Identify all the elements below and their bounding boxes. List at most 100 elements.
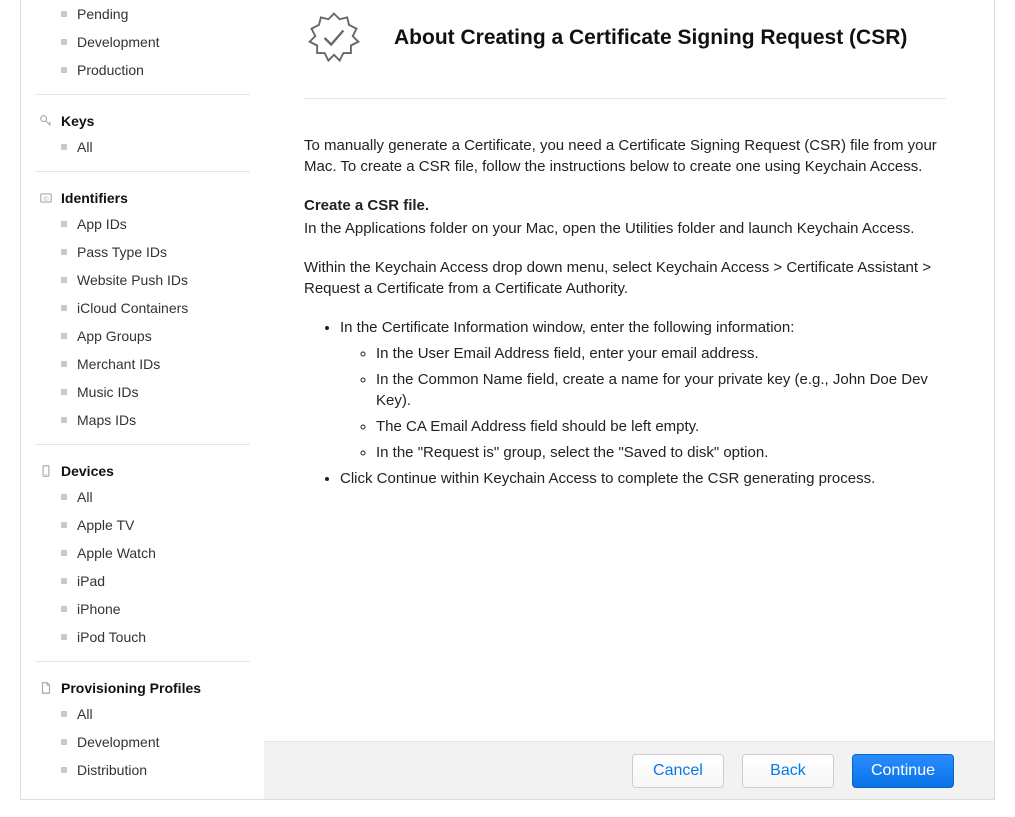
nav-label: All [77,706,93,722]
bullet-icon [61,578,67,584]
nav-label: Pending [77,6,128,22]
list-item: In the Common Name field, create a name … [376,369,946,413]
nav-label: All [77,139,93,155]
nav-label: Pass Type IDs [77,244,167,260]
svg-text:ID: ID [43,196,48,202]
divider [35,94,250,95]
sidebar-item-keys-all[interactable]: All [35,133,250,161]
bullet-icon [61,739,67,745]
sidebar-item-production[interactable]: Production [35,56,250,84]
key-icon [39,114,53,128]
intro-text: To manually generate a Certificate, you … [304,135,946,177]
nav-label: Maps IDs [77,412,136,428]
bullet-icon [61,249,67,255]
list-item: In the "Request is" group, select the "S… [376,442,946,464]
sidebar-section-keys[interactable]: Keys [35,109,250,133]
content-area: About Creating a Certificate Signing Req… [264,0,994,741]
bullet-icon [61,522,67,528]
bullet-icon [61,550,67,556]
sidebar-item-apple-tv[interactable]: Apple TV [35,511,250,539]
bullet-icon [61,39,67,45]
divider [35,444,250,445]
sidebar-item-ipod-touch[interactable]: iPod Touch [35,623,250,651]
bullet-icon [61,711,67,717]
divider [35,171,250,172]
bullet-icon [61,144,67,150]
certificate-badge-icon [304,8,364,68]
sidebar: Pending Development Production Keys All [21,0,264,799]
bullet-icon [61,305,67,311]
sidebar-item-maps-ids[interactable]: Maps IDs [35,406,250,434]
cancel-button[interactable]: Cancel [632,754,724,788]
list-item: The CA Email Address field should be lef… [376,416,946,438]
section-label: Identifiers [61,190,128,206]
divider [304,98,946,99]
footer-bar: Cancel Back Continue [264,741,994,799]
nav-label: iCloud Containers [77,300,188,316]
nav-label: Website Push IDs [77,272,188,288]
nav-label: Production [77,62,144,78]
bullet-icon [61,11,67,17]
sidebar-item-profiles-distribution[interactable]: Distribution [35,756,250,784]
device-icon [39,464,53,478]
nav-label: iPad [77,573,105,589]
list-text: In the Certificate Information window, e… [340,319,794,336]
id-icon: ID [39,191,53,205]
sidebar-item-pass-type-ids[interactable]: Pass Type IDs [35,238,250,266]
sidebar-item-apple-watch[interactable]: Apple Watch [35,539,250,567]
bullet-icon [61,494,67,500]
bullet-icon [61,606,67,612]
nav-label: Apple Watch [77,545,156,561]
nav-label: App IDs [77,216,127,232]
page-title: About Creating a Certificate Signing Req… [394,26,907,50]
nav-label: Distribution [77,762,147,778]
section-label: Devices [61,463,114,479]
sidebar-item-iphone[interactable]: iPhone [35,595,250,623]
sidebar-item-merchant-ids[interactable]: Merchant IDs [35,350,250,378]
sidebar-item-icloud-containers[interactable]: iCloud Containers [35,294,250,322]
nav-label: Merchant IDs [77,356,160,372]
sidebar-item-app-groups[interactable]: App Groups [35,322,250,350]
sidebar-item-profiles-all[interactable]: All [35,700,250,728]
sidebar-section-profiles[interactable]: Provisioning Profiles [35,676,250,700]
sidebar-item-ipad[interactable]: iPad [35,567,250,595]
sidebar-item-music-ids[interactable]: Music IDs [35,378,250,406]
document-icon [39,681,53,695]
bullet-icon [61,333,67,339]
bullet-icon [61,417,67,423]
continue-button[interactable]: Continue [852,754,954,788]
title-row: About Creating a Certificate Signing Req… [304,0,946,98]
list-item: In the User Email Address field, enter y… [376,343,946,365]
sidebar-item-profiles-development[interactable]: Development [35,728,250,756]
nav-label: App Groups [77,328,152,344]
bullet-icon [61,634,67,640]
sidebar-item-devices-all[interactable]: All [35,483,250,511]
nav-label: Apple TV [77,517,134,533]
section-label: Keys [61,113,94,129]
create-text: In the Applications folder on your Mac, … [304,218,946,239]
nav-label: Development [77,34,160,50]
sub-instruction-list: In the User Email Address field, enter y… [340,343,946,464]
nav-label: Music IDs [77,384,138,400]
sidebar-item-app-ids[interactable]: App IDs [35,210,250,238]
bullet-icon [61,767,67,773]
sidebar-item-pending[interactable]: Pending [35,0,250,28]
nav-label: Development [77,734,160,750]
bullet-icon [61,221,67,227]
back-button[interactable]: Back [742,754,834,788]
instruction-list: In the Certificate Information window, e… [304,317,946,489]
create-heading: Create a CSR file. [304,195,946,216]
bullet-icon [61,67,67,73]
list-item: Click Continue within Keychain Access to… [340,468,946,490]
sidebar-section-devices[interactable]: Devices [35,459,250,483]
list-item: In the Certificate Information window, e… [340,317,946,464]
sidebar-section-identifiers[interactable]: ID Identifiers [35,186,250,210]
bullet-icon [61,389,67,395]
main-panel: About Creating a Certificate Signing Req… [264,0,994,799]
sidebar-item-development[interactable]: Development [35,28,250,56]
section-label: Provisioning Profiles [61,680,201,696]
divider [35,661,250,662]
sidebar-item-website-push-ids[interactable]: Website Push IDs [35,266,250,294]
nav-label: All [77,489,93,505]
bullet-icon [61,277,67,283]
